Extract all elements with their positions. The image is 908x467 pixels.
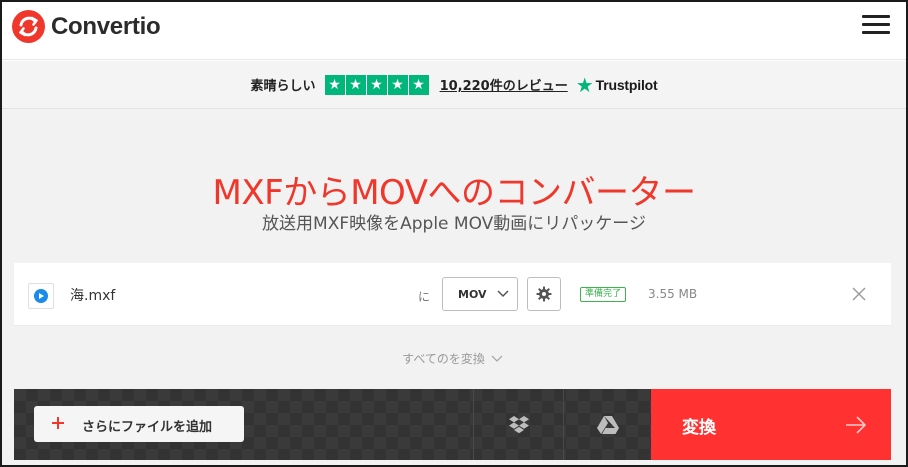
play-icon [34,289,48,303]
arrow-right-icon [846,416,867,434]
chevron-down-icon [491,355,503,362]
rating-bar: 素晴らしい ★ ★ ★ ★ ★ 10,220件のレビュー ★ Trustpilo… [2,61,906,109]
trustpilot-label: Trustpilot [595,76,658,93]
format-value: MOV [458,288,487,301]
star-icon: ★ [366,74,387,95]
convert-all-button[interactable]: すべてのを変換 [14,327,891,389]
file-type-icon [28,283,54,309]
settings-button[interactable] [527,277,561,311]
convert-all-label: すべてのを変換 [402,351,485,366]
rating-stars: ★ ★ ★ ★ ★ [324,74,430,95]
reviews-link[interactable]: 10,220件のレビュー [440,75,568,94]
google-drive-icon [596,415,619,434]
format-select[interactable]: MOV [442,277,518,311]
add-files-button[interactable]: さらにファイルを追加 [34,406,244,442]
add-files-label: さらにファイルを追加 [82,420,213,435]
header: Convertio [2,2,906,60]
main-content: 素晴らしい ★ ★ ★ ★ ★ 10,220件のレビュー ★ Trustpilo… [2,61,906,465]
page-subtitle: 放送用MXF映像をApple MOV動画にリパッケージ [262,214,646,234]
dropbox-icon [508,415,529,433]
file-name: 海.mxf [70,288,116,304]
file-size: 3.55 MB [648,287,698,301]
hamburger-menu-icon[interactable] [862,15,890,37]
logo[interactable]: Convertio [12,10,161,43]
convert-button[interactable]: 変換 [651,389,891,460]
google-drive-button[interactable] [563,389,651,460]
app-window: Convertio 素晴らしい ★ ★ ★ ★ ★ 10,220件のレビュー ★… [0,0,908,467]
status-badge: 準備完了 [580,287,627,302]
gear-icon [536,286,552,302]
star-icon: ★ [345,74,366,95]
star-icon: ★ [408,74,429,95]
rating-text: 素晴らしい [250,79,316,94]
star-icon: ★ [387,74,408,95]
close-icon[interactable] [850,285,868,303]
dropbox-button[interactable] [473,389,563,460]
plus-icon [52,417,64,429]
to-label: に [418,290,431,304]
trustpilot-logo[interactable]: ★ Trustpilot [576,75,658,95]
logo-text: Convertio [51,12,161,40]
trustpilot-star-icon: ★ [575,72,594,97]
convert-label: 変換 [682,418,716,438]
page-title: MXFからMOVへのコンバーター [212,173,696,213]
file-row: 海.mxf に MOV 準備完了 3.55 MB [14,263,891,326]
convertio-logo-icon [12,10,45,43]
star-icon: ★ [324,74,345,95]
action-bar: さらにファイルを追加 変換 [14,389,891,460]
chevron-down-icon [497,290,509,298]
